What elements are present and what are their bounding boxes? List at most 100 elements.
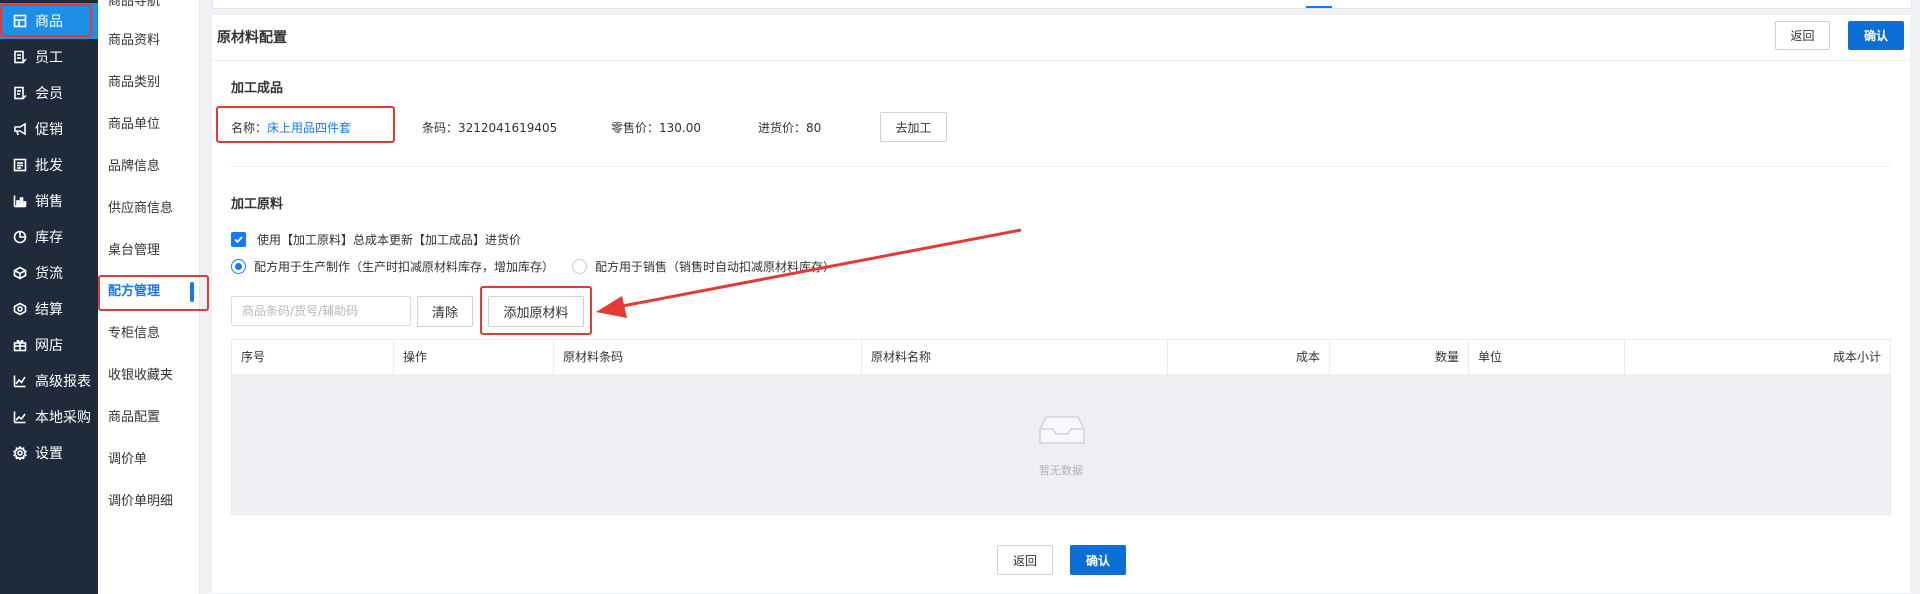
nav-item-label: 促销: [35, 122, 63, 138]
header-back-button[interactable]: 返回: [1775, 21, 1830, 50]
sales-radio-option[interactable]: 配方用于销售（销售时自动扣减原材料库存）: [572, 258, 835, 275]
sub-nav-price-adjust[interactable]: 调价单: [98, 445, 200, 475]
product-retail-price: 零售价：130.00: [611, 121, 701, 135]
column-header-unit: 单位: [1469, 340, 1625, 375]
sub-nav-label: 配方管理: [108, 284, 161, 299]
badge-icon: [12, 49, 28, 65]
column-header-name: 原材料名称: [862, 340, 1168, 375]
sub-nav-goods-unit[interactable]: 商品单位: [98, 110, 200, 140]
footer-back-button[interactable]: 返回: [997, 545, 1053, 575]
nav-item-label: 高级报表: [35, 374, 91, 390]
nav-item-label: 设置: [35, 446, 63, 462]
secondary-sidebar: 商品导航 商品资料 商品类别 商品单位 品牌信息 供应商信息 桌台管理 配方管理…: [98, 0, 200, 594]
trend-icon: [12, 409, 28, 425]
nav-item-inventory[interactable]: 库存: [0, 219, 98, 255]
nav-item-settlement[interactable]: 结算: [0, 291, 98, 327]
nav-item-promotion[interactable]: 促销: [0, 111, 98, 147]
header-divider: [212, 60, 1910, 61]
megaphone-icon: [12, 121, 28, 137]
sub-nav-goods-info[interactable]: 商品资料: [98, 26, 200, 56]
nav-item-label: 销售: [35, 194, 63, 210]
sub-nav-goods-config[interactable]: 商品配置: [98, 403, 200, 433]
product-name-label: 名称：: [231, 121, 268, 135]
box-icon: [12, 265, 28, 281]
empty-state-text: 暂无数据: [1039, 464, 1083, 477]
nav-item-label: 批发: [35, 158, 63, 174]
nav-item-label: 结算: [35, 302, 63, 318]
sales-radio-label: 配方用于销售（销售时自动扣减原材料库存）: [595, 260, 836, 274]
sub-nav-recipe-management[interactable]: 配方管理: [98, 277, 200, 307]
go-process-button[interactable]: 去加工: [880, 112, 947, 142]
header-confirm-button[interactable]: 确认: [1848, 21, 1904, 50]
gear-icon: [12, 445, 28, 461]
active-indicator: [190, 282, 194, 302]
nav-item-staff[interactable]: 员工: [0, 39, 98, 75]
table-header: 序号 操作 原材料条码 原材料名称 成本 数量 单位 成本小计: [232, 340, 1890, 375]
nav-item-local-purchase[interactable]: 本地采购: [0, 399, 98, 435]
sub-nav-price-adjust-detail[interactable]: 调价单明细: [98, 487, 200, 517]
nav-item-member[interactable]: 会员: [0, 75, 98, 111]
sub-nav-table-management[interactable]: 桌台管理: [98, 236, 200, 266]
recipe-config-panel: 原材料配置 返回 确认 加工成品 名称：床上用品四件套 条码：321204161…: [211, 14, 1911, 594]
nav-item-settings[interactable]: 设置: [0, 435, 98, 471]
use-cost-label: 使用【加工原料】总成本更新【加工成品】进货价: [257, 233, 522, 247]
nav-item-label: 网店: [35, 338, 63, 354]
line-chart-icon: [12, 373, 28, 389]
use-cost-option[interactable]: 使用【加工原料】总成本更新【加工成品】进货价: [231, 231, 521, 248]
raw-materials-title: 加工原料: [231, 197, 284, 212]
production-radio-label: 配方用于生产制作（生产时扣减原材料库存，增加库存）: [254, 260, 555, 274]
column-header-barcode: 原材料条码: [554, 340, 862, 375]
grid-icon: [12, 13, 28, 29]
primary-sidebar: 商品 员工 会员 促销 批发 销售 库存 货流 结算 网店 高级报表 本地采购 …: [0, 0, 98, 594]
sub-nav-goods-category[interactable]: 商品类别: [98, 68, 200, 98]
nav-item-label: 会员: [35, 86, 63, 102]
bar-chart-icon: [12, 193, 28, 209]
sub-nav-goods-nav[interactable]: 商品导航: [98, 0, 200, 17]
sub-nav-cashier-favorites[interactable]: 收银收藏夹: [98, 361, 200, 391]
member-card-icon: [12, 85, 28, 101]
nav-item-label: 商品: [35, 14, 63, 30]
gift-icon: [12, 337, 28, 353]
column-header-index: 序号: [232, 340, 394, 375]
nav-item-webstore[interactable]: 网店: [0, 327, 98, 363]
column-header-cost-subtotal: 成本小计: [1832, 350, 1881, 364]
top-tab-bar: [212, 0, 1912, 9]
radio-unselected-icon[interactable]: [572, 259, 587, 274]
nav-item-sales[interactable]: 销售: [0, 183, 98, 219]
column-header-action: 操作: [394, 340, 554, 375]
empty-inbox-icon: [1039, 416, 1085, 444]
nav-item-goods[interactable]: 商品: [0, 3, 98, 39]
clear-button[interactable]: 清除: [417, 296, 473, 327]
finished-product-title: 加工成品: [231, 81, 284, 96]
nav-item-logistics[interactable]: 货流: [0, 255, 98, 291]
search-input[interactable]: [231, 296, 411, 326]
nav-item-label: 员工: [35, 50, 63, 66]
settle-icon: [12, 301, 28, 317]
nav-item-label: 货流: [35, 266, 63, 282]
product-name-link[interactable]: 床上用品四件套: [267, 121, 351, 135]
radio-selected-icon[interactable]: [231, 259, 246, 274]
sub-nav-counter-info[interactable]: 专柜信息: [98, 319, 200, 349]
column-header-quantity: 数量: [1330, 340, 1469, 375]
column-header-cost: 成本: [1168, 340, 1330, 375]
sub-nav-brand[interactable]: 品牌信息: [98, 152, 200, 182]
nav-item-label: 库存: [35, 230, 63, 246]
pie-chart-icon: [12, 229, 28, 245]
checkbox-checked-icon[interactable]: [231, 232, 246, 247]
product-name: 名称：床上用品四件套: [231, 119, 351, 136]
nav-item-advanced-report[interactable]: 高级报表: [0, 363, 98, 399]
sub-nav-supplier[interactable]: 供应商信息: [98, 194, 200, 224]
list-icon: [12, 157, 28, 173]
add-raw-material-button[interactable]: 添加原材料: [488, 296, 584, 327]
raw-materials-table: 序号 操作 原材料条码 原材料名称 成本 数量 单位 成本小计 暂无数据: [231, 339, 1891, 515]
nav-item-wholesale[interactable]: 批发: [0, 147, 98, 183]
product-purchase-price: 进货价：80: [758, 121, 822, 135]
nav-item-label: 本地采购: [35, 410, 91, 426]
tab-active-indicator: [1306, 6, 1332, 8]
table-body: 暂无数据: [232, 375, 1890, 514]
production-radio-option[interactable]: 配方用于生产制作（生产时扣减原材料库存，增加库存）: [231, 258, 554, 275]
product-barcode: 条码：3212041619405: [422, 121, 558, 135]
footer-confirm-button[interactable]: 确认: [1070, 545, 1126, 575]
page-title: 原材料配置: [217, 30, 287, 46]
section-divider: [231, 166, 1891, 167]
